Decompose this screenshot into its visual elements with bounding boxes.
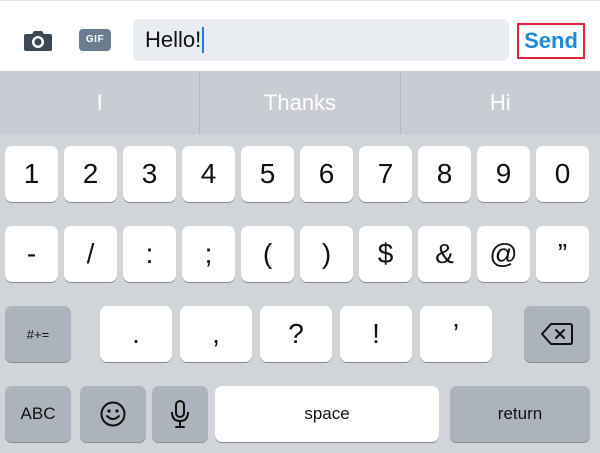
key-dollar[interactable]: $ bbox=[359, 226, 412, 282]
text-caret bbox=[202, 27, 205, 53]
camera-icon bbox=[24, 31, 52, 51]
key-ampersand[interactable]: & bbox=[418, 226, 471, 282]
key-close-paren[interactable]: ) bbox=[300, 226, 353, 282]
key-open-paren[interactable]: ( bbox=[241, 226, 294, 282]
space-key[interactable]: space bbox=[215, 386, 439, 442]
suggestion-item[interactable]: Hi bbox=[399, 72, 600, 134]
key-8[interactable]: 8 bbox=[418, 146, 471, 202]
key-at[interactable]: @ bbox=[477, 226, 530, 282]
abc-key[interactable]: ABC bbox=[5, 386, 71, 442]
camera-button[interactable] bbox=[20, 25, 56, 55]
message-input[interactable]: Hello! bbox=[133, 19, 509, 61]
backspace-icon bbox=[541, 323, 573, 345]
key-semicolon[interactable]: ; bbox=[182, 226, 235, 282]
keyboard: 1 2 3 4 5 6 7 8 9 0 - / : ; ( ) $ & @ ” … bbox=[0, 134, 600, 453]
key-9[interactable]: 9 bbox=[477, 146, 530, 202]
key-apostrophe[interactable]: ’ bbox=[420, 306, 492, 362]
key-0[interactable]: 0 bbox=[536, 146, 589, 202]
symbols-toggle-key[interactable]: #+= bbox=[5, 306, 71, 362]
key-question[interactable]: ? bbox=[260, 306, 332, 362]
emoji-key[interactable] bbox=[80, 386, 146, 442]
key-2[interactable]: 2 bbox=[64, 146, 117, 202]
backspace-key[interactable] bbox=[524, 306, 590, 362]
key-hyphen[interactable]: - bbox=[5, 226, 58, 282]
return-key[interactable]: return bbox=[450, 386, 590, 442]
compose-bar: GIF Hello! Send bbox=[0, 0, 600, 72]
send-button[interactable]: Send bbox=[517, 23, 585, 59]
key-slash[interactable]: / bbox=[64, 226, 117, 282]
emoji-icon bbox=[100, 401, 126, 427]
key-comma[interactable]: , bbox=[180, 306, 252, 362]
suggestion-item[interactable]: I bbox=[0, 72, 199, 134]
suggestion-bar: I Thanks Hi bbox=[0, 72, 600, 134]
key-3[interactable]: 3 bbox=[123, 146, 176, 202]
key-period[interactable]: . bbox=[100, 306, 172, 362]
key-1[interactable]: 1 bbox=[5, 146, 58, 202]
key-6[interactable]: 6 bbox=[300, 146, 353, 202]
message-text: Hello! bbox=[145, 27, 202, 52]
dictation-key[interactable] bbox=[152, 386, 208, 442]
gif-button[interactable]: GIF bbox=[78, 25, 112, 55]
key-quote[interactable]: ” bbox=[536, 226, 589, 282]
gif-icon: GIF bbox=[79, 29, 111, 51]
key-4[interactable]: 4 bbox=[182, 146, 235, 202]
key-exclamation[interactable]: ! bbox=[340, 306, 412, 362]
microphone-icon bbox=[171, 400, 189, 428]
key-5[interactable]: 5 bbox=[241, 146, 294, 202]
suggestion-item[interactable]: Thanks bbox=[199, 72, 399, 134]
key-colon[interactable]: : bbox=[123, 226, 176, 282]
key-7[interactable]: 7 bbox=[359, 146, 412, 202]
